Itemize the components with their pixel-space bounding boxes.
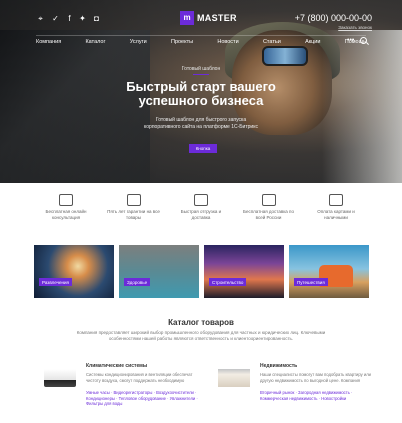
nav-item-articles[interactable]: Статьи bbox=[263, 36, 281, 48]
category-tile-construction[interactable]: Строительство bbox=[204, 245, 284, 298]
catalog-block-links[interactable]: Умные часы · Видеорегистраторы · Воздухо… bbox=[86, 390, 206, 407]
feature-label: Пять лет гарантии на все товары bbox=[107, 209, 160, 220]
catalog-block-links[interactable]: Вторичный рынок · Загородная недвижимост… bbox=[260, 390, 380, 401]
hero-button[interactable]: Кнопка bbox=[189, 144, 217, 153]
twitter-icon[interactable]: ✦ bbox=[78, 14, 87, 23]
category-label: Здоровье bbox=[124, 278, 151, 286]
more-menu-icon[interactable]: ••• bbox=[347, 37, 354, 44]
box-icon bbox=[194, 194, 208, 206]
nav-item-company[interactable]: Компания bbox=[36, 36, 61, 48]
nav-item-services[interactable]: Услуги bbox=[130, 36, 147, 48]
catalog-block-description: Системы кондиционирования и вентиляции о… bbox=[86, 372, 193, 383]
air-conditioner-image bbox=[44, 369, 76, 387]
instagram-icon[interactable]: ◘ bbox=[92, 14, 101, 23]
catalog-block-realty: Недвижимость Наши специалисты помогут ва… bbox=[218, 363, 378, 413]
search-icon[interactable] bbox=[360, 37, 367, 44]
feature-label: Бесплатная онлайн консультация bbox=[45, 209, 87, 220]
feature-item: Бесплатная доставка по всей России bbox=[239, 194, 299, 230]
catalog-title: Каталог товаров bbox=[168, 318, 234, 327]
category-label: Строительство bbox=[209, 278, 247, 286]
feature-item: Бесплатная онлайн консультация bbox=[36, 194, 96, 230]
feature-item: Оплата картами и наличными bbox=[306, 194, 366, 230]
catalog-block-title[interactable]: Недвижимость bbox=[260, 363, 297, 369]
category-label: Развлечения bbox=[39, 278, 72, 286]
feature-label: Оплата картами и наличными bbox=[317, 209, 355, 220]
nav-item-catalog[interactable]: Каталог bbox=[85, 36, 105, 48]
category-tile-entertainment[interactable]: Развлечения bbox=[34, 245, 114, 298]
catalog-block-description: Наши специалисты помогут вам подобрать к… bbox=[260, 372, 371, 383]
logo-text: MASTER bbox=[197, 13, 237, 23]
catalog-block-climate: Климатические системы Системы кондициони… bbox=[44, 363, 204, 413]
logo-mark: m bbox=[180, 11, 194, 25]
facebook-icon[interactable]: f bbox=[65, 14, 74, 23]
hero-description: Готовый шаблон для быстрого запуска корп… bbox=[144, 117, 258, 130]
site-logo[interactable]: m MASTER bbox=[180, 11, 237, 25]
features-row: Бесплатная онлайн консультация Пять лет … bbox=[36, 194, 366, 230]
catalog-description: Компания предоставляет широкий выбор про… bbox=[76, 330, 326, 341]
category-tile-travel[interactable]: Путешествия bbox=[289, 245, 369, 298]
category-tile-health[interactable]: Здоровье bbox=[119, 245, 199, 298]
feature-label: Быстрая отгрузка и доставка bbox=[180, 209, 222, 220]
category-tiles: Развлечения Здоровье Строительство Путеш… bbox=[34, 245, 370, 298]
nav-item-news[interactable]: Новости bbox=[217, 36, 238, 48]
category-label: Путешествия bbox=[294, 278, 328, 286]
feature-label: Бесплатная доставка по всей России bbox=[243, 209, 294, 220]
main-nav: Компания Каталог Услуги Проекты Новости … bbox=[36, 35, 366, 48]
chat-icon bbox=[59, 194, 73, 206]
top-bar: ⌖ ✓ f ✦ ◘ m MASTER +7 (800) 000-00-00 За… bbox=[0, 0, 402, 34]
hero-subtitle: Готовый шаблон bbox=[181, 66, 221, 72]
feature-item: Пять лет гарантии на все товары bbox=[104, 194, 164, 230]
card-icon bbox=[329, 194, 343, 206]
truck-icon bbox=[261, 194, 276, 206]
location-icon[interactable]: ⌖ bbox=[36, 14, 45, 23]
nav-item-promotions[interactable]: Акции bbox=[305, 36, 320, 48]
document-icon bbox=[126, 194, 141, 206]
vk-icon[interactable]: ✓ bbox=[51, 14, 60, 23]
callback-link[interactable]: Заказать звонок bbox=[338, 25, 372, 30]
house-image bbox=[218, 369, 250, 387]
hero-title: Быстрый старт вашего успешного бизнеса bbox=[126, 79, 276, 108]
hero-divider bbox=[193, 74, 209, 75]
feature-item: Быстрая отгрузка и доставка bbox=[171, 194, 231, 230]
nav-item-projects[interactable]: Проекты bbox=[171, 36, 193, 48]
catalog-block-title[interactable]: Климатические системы bbox=[86, 363, 147, 369]
phone-number[interactable]: +7 (800) 000-00-00 bbox=[295, 13, 372, 23]
